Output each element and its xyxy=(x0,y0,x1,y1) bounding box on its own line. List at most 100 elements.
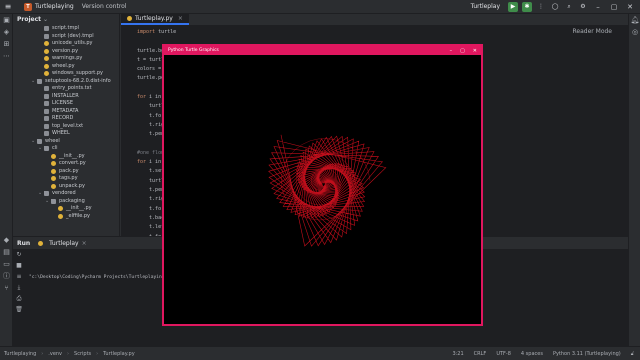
turtle-window-titlebar[interactable]: Python Turtle Graphics – ▢ ✕ xyxy=(164,46,481,55)
tree-item[interactable]: unpack.py xyxy=(13,183,119,191)
run-config-dropdown[interactable]: Turtleplay xyxy=(471,3,500,10)
tree-item[interactable]: ⌄ packaging xyxy=(13,198,119,206)
run-tab[interactable]: Turtleplay × xyxy=(38,239,87,247)
notifications-icon[interactable]: 🔔︎ xyxy=(629,14,640,26)
python-file-icon xyxy=(58,213,63,219)
file-icon xyxy=(44,131,49,137)
print-icon[interactable]: ⎙ xyxy=(13,293,25,304)
tree-item[interactable]: script (dev).tmpl xyxy=(13,33,119,41)
turtle-close-icon[interactable]: ✕ xyxy=(473,48,477,54)
project-panel-header[interactable]: Project ⌄ xyxy=(13,14,119,25)
tree-item[interactable]: entry_points.txt xyxy=(13,85,119,93)
tree-item-label: __init__.py xyxy=(66,205,92,211)
file-encoding[interactable]: UTF-8 xyxy=(496,351,511,357)
tree-item[interactable]: unicode_utils.py xyxy=(13,40,119,48)
code-text: colors = xyxy=(137,66,165,73)
editor-tabs: Turtleplay.py × xyxy=(121,13,628,26)
python-file-icon xyxy=(44,48,49,54)
tree-item[interactable]: ⌄ wheel xyxy=(13,138,119,146)
run-tab-label: Turtleplay xyxy=(49,239,79,247)
tree-item-label: vendored xyxy=(52,190,76,196)
tree-item[interactable]: ⌄ vendored xyxy=(13,190,119,198)
tree-item[interactable]: wheel.py xyxy=(13,63,119,71)
tree-item[interactable]: __init__.py xyxy=(13,205,119,213)
editor-tab[interactable]: Turtleplay.py × xyxy=(121,13,189,25)
tree-item[interactable]: _elffile.py xyxy=(13,213,119,221)
maximize-icon[interactable]: ▢ xyxy=(608,3,620,11)
ai-assistant-icon[interactable]: ◎ xyxy=(629,26,640,38)
tree-item[interactable]: windows_support.py xyxy=(13,70,119,78)
problems-icon[interactable]: ⓘ xyxy=(0,270,13,282)
tree-item[interactable]: script.tmpl xyxy=(13,25,119,33)
chevron-down-icon[interactable]: ⌄ xyxy=(43,16,48,23)
file-icon xyxy=(44,93,49,99)
project-name-dropdown[interactable]: Turtleplaying xyxy=(35,3,74,10)
soft-wrap-icon[interactable]: ≡ xyxy=(13,271,25,282)
tab-close-icon[interactable]: × xyxy=(178,15,183,22)
rerun-icon[interactable]: ↻ xyxy=(13,249,25,260)
tree-item[interactable]: RECORD xyxy=(13,115,119,123)
python-packages-icon[interactable]: ◆ xyxy=(0,234,13,246)
more-tools-icon[interactable]: ⋯ xyxy=(0,50,13,62)
tree-item[interactable]: ⌄ setuptools-68.2.0.dist-info xyxy=(13,78,119,86)
reader-mode-toggle[interactable]: Reader Mode xyxy=(573,28,613,35)
main-menu-icon[interactable]: ≡ xyxy=(0,2,16,11)
tree-item[interactable]: top_level.txt xyxy=(13,123,119,131)
turtle-graphics-window[interactable]: Python Turtle Graphics – ▢ ✕ xyxy=(162,44,483,326)
tree-item[interactable]: INSTALLER xyxy=(13,93,119,101)
debug-icon[interactable]: ✱ xyxy=(522,1,532,12)
search-icon[interactable]: ⌕ xyxy=(564,2,574,12)
stop-icon[interactable]: ■ xyxy=(13,260,25,271)
title-bar: ≡ T Turtleplaying Version control Turtle… xyxy=(0,0,640,14)
chevron-right-icon: › xyxy=(41,350,44,357)
turtle-minimize-icon[interactable]: – xyxy=(450,48,453,54)
project-tool-icon[interactable]: ▣ xyxy=(0,14,13,26)
breadcrumb-item[interactable]: Turtleplaying xyxy=(4,351,36,357)
tree-item[interactable]: WHEEL xyxy=(13,130,119,138)
settings-icon[interactable]: ⚙ xyxy=(578,2,588,12)
tree-item[interactable]: ⌄ cli xyxy=(13,145,119,153)
code-text: t.bac xyxy=(137,214,165,221)
tab-close-icon[interactable]: × xyxy=(82,240,87,247)
file-icon xyxy=(44,116,49,122)
python-interpreter[interactable]: Python 3.11 (Turtleplaying) xyxy=(553,351,621,357)
lock-icon[interactable]: 🔓︎ xyxy=(631,351,634,357)
turtle-maximize-icon[interactable]: ▢ xyxy=(460,48,465,54)
breadcrumb-item[interactable]: Turtleplay.py xyxy=(103,351,135,357)
right-tool-strip: 🔔︎ ◎ xyxy=(628,14,640,346)
version-control-dropdown[interactable]: Version control xyxy=(82,3,127,10)
code-keyword: for xyxy=(137,94,147,101)
minimize-icon[interactable]: – xyxy=(592,3,604,11)
more-actions-icon[interactable]: ⋮ xyxy=(536,2,546,12)
tree-item[interactable]: warnings.py xyxy=(13,55,119,63)
breadcrumb-item[interactable]: .venv xyxy=(48,351,62,357)
tree-item[interactable]: version.py xyxy=(13,48,119,56)
line-separator[interactable]: CRLF xyxy=(474,351,487,357)
python-console-icon[interactable]: ▤ xyxy=(0,246,13,258)
tree-item[interactable]: METADATA xyxy=(13,108,119,116)
tree-item[interactable]: LICENSE xyxy=(13,100,119,108)
terminal-icon[interactable]: ▭ xyxy=(0,258,13,270)
tree-item[interactable]: tags.py xyxy=(13,175,119,183)
trash-icon[interactable]: 🗑︎ xyxy=(13,304,25,315)
caret-position[interactable]: 3:21 xyxy=(452,351,463,357)
account-icon[interactable]: ◯ xyxy=(550,2,560,12)
version-control-icon[interactable]: ⑂ xyxy=(0,282,13,294)
commit-icon[interactable]: ◈ xyxy=(0,26,13,38)
turtle-canvas xyxy=(268,134,387,247)
structure-icon[interactable]: ⊞ xyxy=(0,38,13,50)
code-text: t.lef xyxy=(137,224,165,231)
scroll-to-end-icon[interactable]: ⤓ xyxy=(13,282,25,293)
code-keyword: import xyxy=(137,29,156,35)
run-icon[interactable]: ▶ xyxy=(508,1,518,12)
tree-item-label: setuptools-68.2.0.dist-info xyxy=(45,77,111,84)
tree-item-label: WHEEL xyxy=(52,130,70,136)
tree-item-label: version.py xyxy=(52,47,79,54)
tree-item[interactable]: convert.py xyxy=(13,160,119,168)
tree-item[interactable]: pack.py xyxy=(13,168,119,176)
breadcrumb-item[interactable]: Scripts xyxy=(74,351,91,357)
indent-setting[interactable]: 4 spaces xyxy=(521,351,543,357)
tree-item[interactable]: __init__.py xyxy=(13,153,119,161)
code-text: #one flow xyxy=(137,149,165,156)
close-icon[interactable]: ✕ xyxy=(624,3,636,11)
